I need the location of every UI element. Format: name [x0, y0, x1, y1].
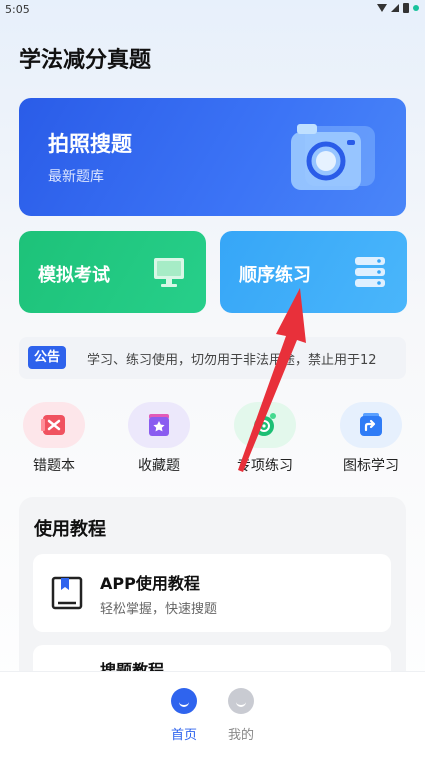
sequence-practice-card[interactable]: 顺序练习: [220, 231, 407, 313]
notice-badge: 公告: [28, 346, 67, 369]
notice-bar[interactable]: 公告 学习、练习使用，切勿用于非法用途，禁止用于12: [19, 337, 406, 379]
nav-mine-label: 我的: [227, 728, 254, 743]
notice-text: 学习、练习使用，切勿用于非法用途，禁止用于12: [87, 353, 377, 368]
wifi-icon: [377, 4, 387, 12]
battery-icon: [403, 3, 409, 13]
tutorial-heading: 使用教程: [34, 519, 106, 540]
signal-icon: [391, 4, 399, 12]
favorite-button[interactable]: 收藏题: [114, 402, 204, 475]
bottom-nav: 首页 我的: [0, 671, 425, 757]
sequence-practice-label: 顺序练习: [239, 265, 311, 286]
wrong-book-icon: [23, 402, 85, 448]
notification-dot-icon: [413, 5, 419, 11]
favorite-label: 收藏题: [138, 458, 180, 474]
bookmark-book-icon: [51, 576, 83, 610]
status-icons: [377, 3, 419, 13]
nav-mine[interactable]: 我的: [211, 688, 271, 743]
mock-exam-card[interactable]: 模拟考试: [19, 231, 206, 313]
home-icon: [171, 688, 197, 714]
monitor-icon: [154, 258, 184, 287]
favorite-icon: [128, 402, 190, 448]
profile-icon: [228, 688, 254, 714]
special-practice-icon: [234, 402, 296, 448]
wrong-book-button[interactable]: 错题本: [9, 402, 99, 475]
nav-home[interactable]: 首页: [154, 688, 214, 743]
special-practice-button[interactable]: 专项练习: [220, 402, 310, 475]
tutorial-item-app[interactable]: APP使用教程 轻松掌握，快速搜题: [33, 554, 391, 632]
page-title: 学法减分真题: [19, 48, 152, 73]
camera-icon: [291, 124, 375, 190]
photo-search-subtitle: 最新题库: [48, 169, 104, 185]
photo-search-card[interactable]: 拍照搜题 最新题库: [19, 98, 406, 216]
tutorial-item-subtitle: 轻松掌握，快速搜题: [100, 602, 218, 617]
icon-study-label: 图标学习: [343, 458, 399, 474]
photo-search-title: 拍照搜题: [48, 132, 132, 156]
icon-study-icon: [340, 402, 402, 448]
tutorial-section: 使用教程 APP使用教程 轻松掌握，快速搜题 搜题教程: [19, 497, 406, 723]
status-bar: 5:05: [0, 0, 425, 20]
special-practice-label: 专项练习: [237, 458, 293, 474]
status-time: 5:05: [5, 3, 30, 16]
server-list-icon: [355, 257, 385, 287]
tutorial-item-title: APP使用教程: [100, 574, 200, 593]
wrong-book-label: 错题本: [33, 458, 75, 474]
icon-study-button[interactable]: 图标学习: [326, 402, 416, 475]
nav-home-label: 首页: [170, 728, 197, 743]
mock-exam-label: 模拟考试: [38, 265, 110, 286]
